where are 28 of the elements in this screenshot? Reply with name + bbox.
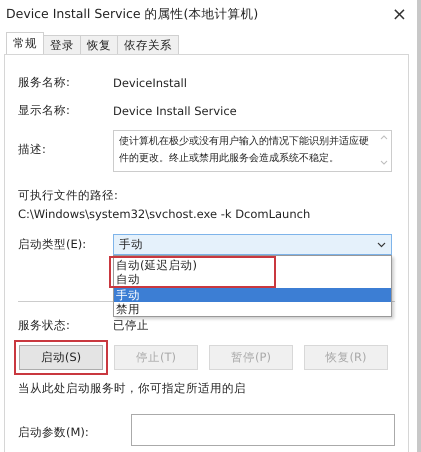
dropdown-option[interactable]: 自动(延迟启动) [114,258,274,272]
field-label: 显示名称: [18,103,71,118]
scrollbar-drawing [380,133,388,167]
path-label: 可执行文件的路径: [18,188,119,203]
field-label: 启动类型(E): [18,237,88,252]
field-value: DeviceInstall [113,76,187,90]
chevron-icon [377,242,386,248]
tab[interactable]: 登录 [43,35,81,54]
field-label: 服务名称: [18,75,71,90]
close-button[interactable]: × [388,4,411,24]
field-value: Device Install Service [113,104,237,118]
dropdown-option[interactable]: 禁用 [114,302,391,316]
tab[interactable]: 依存关系 [117,35,179,54]
field-label: 服务状态: [18,318,71,333]
tab[interactable]: 恢复 [80,35,118,54]
dropdown-option[interactable]: 手动 [114,288,391,302]
field-label: 启动参数(M): [18,425,90,440]
description-box: 使计算机在极少或没有用户输入的情况下能识别并适应硬件的更改。终止或禁用此服务会造成系统不稳定。 [113,130,392,172]
field-label: 描述: [18,142,47,157]
path-value: C:\Windows\system32\svchost.exe -k DcomLaunch [18,207,312,221]
action-button[interactable]: 启动(S) [19,345,103,370]
field-value: 已停止 [113,318,149,333]
startup-type-dropdown[interactable]: 手动 [113,234,392,255]
hint-text: 当从此处启动服务时，你可指定所适用的启 [18,381,247,396]
tab[interactable]: 常规 [6,32,44,54]
dropdown-option[interactable]: 自动 [114,272,274,286]
parameters-field[interactable] [131,414,395,446]
window-title: Device Install Service 的属性(本地计算机) [6,6,258,22]
